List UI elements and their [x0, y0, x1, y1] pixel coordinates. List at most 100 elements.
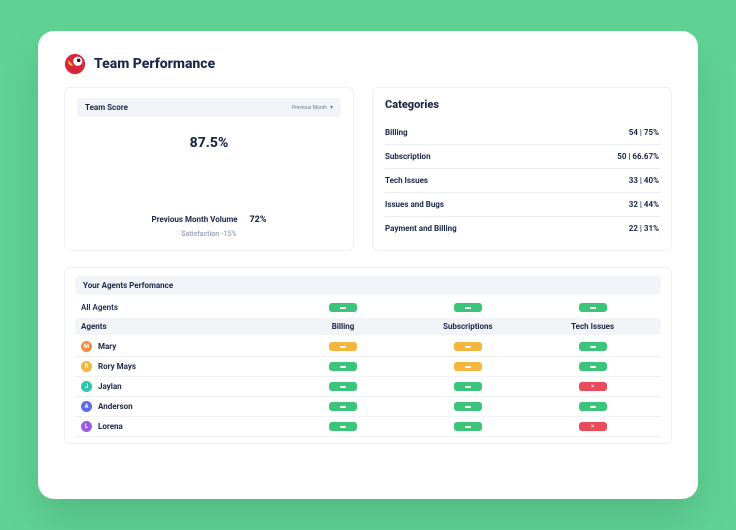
agent-name: Jaylan [98, 382, 122, 391]
status-chip [579, 362, 607, 371]
agents-card: Your Agents Perfomance All Agents AgentsB… [64, 267, 672, 444]
cell [281, 303, 406, 312]
category-value: 50 | 66.67% [617, 152, 659, 161]
agent-name-cell: L Lorena [81, 421, 281, 432]
agent-name: Rory Mays [98, 362, 136, 371]
previous-volume-label: Previous Month Volume [151, 215, 237, 224]
cell [405, 362, 530, 371]
cell [530, 362, 655, 371]
team-score-value: 87.5% [77, 135, 341, 151]
cell [530, 342, 655, 351]
agent-row: M Mary [75, 337, 661, 357]
agent-name: Mary [98, 342, 116, 351]
status-chip [454, 382, 482, 391]
status-chip [454, 422, 482, 431]
status-chip [579, 342, 607, 351]
cell: × [530, 422, 655, 431]
status-chip [329, 402, 357, 411]
status-chip [329, 422, 357, 431]
agent-name-cell: R Rory Mays [81, 361, 281, 372]
parrot-logo-icon [64, 53, 86, 75]
category-name: Tech Issues [385, 176, 428, 185]
categories-title: Categories [385, 98, 659, 111]
category-value: 33 | 40% [629, 176, 659, 185]
agent-row: L Lorena × [75, 417, 661, 437]
avatar: J [81, 381, 92, 392]
cell [281, 362, 406, 371]
status-chip [579, 402, 607, 411]
status-chip [454, 303, 482, 312]
cell [405, 382, 530, 391]
category-row: Subscription 50 | 66.67% [385, 145, 659, 169]
category-row: Issues and Bugs 32 | 44% [385, 193, 659, 217]
avatar: L [81, 421, 92, 432]
category-row: Billing 54 | 75% [385, 121, 659, 145]
category-name: Payment and Billing [385, 224, 457, 233]
column-header: Billing [281, 322, 406, 331]
previous-volume-value: 72% [249, 215, 266, 225]
previous-volume-line: Previous Month Volume 72% [77, 207, 341, 226]
cell: × [530, 382, 655, 391]
status-chip [329, 342, 357, 351]
satisfaction-line: Satisfaction -15% [77, 230, 341, 238]
agent-row: J Jaylan × [75, 377, 661, 397]
category-row: Tech Issues 33 | 40% [385, 169, 659, 193]
category-name: Billing [385, 128, 408, 137]
cell [530, 402, 655, 411]
team-score-header: Team Score Previous Month ▾ [77, 98, 341, 117]
status-chip [454, 342, 482, 351]
chevron-down-icon: ▾ [330, 104, 333, 111]
agent-name-cell: A Anderson [81, 401, 281, 412]
cell [281, 342, 406, 351]
status-chip [329, 303, 357, 312]
column-header: Subscriptions [405, 322, 530, 331]
cell [530, 303, 655, 312]
category-value: 22 | 31% [629, 224, 659, 233]
status-chip: × [579, 422, 607, 431]
cell [405, 342, 530, 351]
column-header: Agents [81, 322, 281, 331]
all-agents-label: All Agents [81, 303, 281, 312]
cell [405, 303, 530, 312]
status-chip [329, 382, 357, 391]
column-header: Tech Issues [530, 322, 655, 331]
category-name: Issues and Bugs [385, 200, 444, 209]
team-score-card: Team Score Previous Month ▾ 87.5% Previo… [64, 87, 354, 251]
agents-header-row: AgentsBillingSubscriptionsTech Issues [75, 318, 661, 335]
category-value: 54 | 75% [629, 128, 659, 137]
period-dropdown[interactable]: Previous Month ▾ [292, 104, 333, 111]
cell [281, 382, 406, 391]
category-name: Subscription [385, 152, 431, 161]
top-row: Team Score Previous Month ▾ 87.5% Previo… [64, 87, 672, 251]
page-title: Team Performance [94, 56, 215, 72]
status-chip [454, 362, 482, 371]
status-chip [454, 402, 482, 411]
agent-row: R Rory Mays [75, 357, 661, 377]
cell [405, 422, 530, 431]
agents-panel-title: Your Agents Perfomance [75, 276, 661, 295]
avatar: M [81, 341, 92, 352]
avatar: A [81, 401, 92, 412]
dashboard-panel: Team Performance Team Score Previous Mon… [38, 31, 698, 499]
status-chip [579, 303, 607, 312]
agents-table: All Agents AgentsBillingSubscriptionsTech… [75, 299, 661, 437]
categories-card: Categories Billing 54 | 75% Subscription 50… [372, 87, 672, 251]
team-score-label: Team Score [85, 103, 128, 112]
status-chip: × [579, 382, 607, 391]
agent-name: Lorena [98, 422, 123, 431]
category-value: 32 | 44% [629, 200, 659, 209]
period-dropdown-label: Previous Month [292, 105, 327, 111]
agent-row: A Anderson [75, 397, 661, 417]
agent-name-cell: J Jaylan [81, 381, 281, 392]
agent-name: Anderson [98, 402, 133, 411]
all-agents-row: All Agents [75, 299, 661, 316]
cell [281, 402, 406, 411]
cell [281, 422, 406, 431]
agent-name-cell: M Mary [81, 341, 281, 352]
categories-list: Billing 54 | 75% Subscription 50 | 66.67% Te… [385, 121, 659, 240]
cell [405, 402, 530, 411]
status-chip [329, 362, 357, 371]
category-row: Payment and Billing 22 | 31% [385, 217, 659, 240]
header: Team Performance [64, 53, 672, 75]
avatar: R [81, 361, 92, 372]
